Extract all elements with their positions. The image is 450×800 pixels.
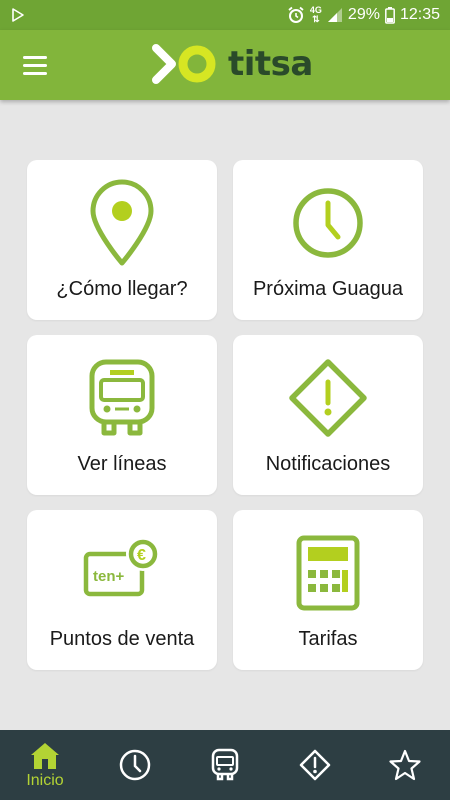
nav-label: Inicio bbox=[26, 771, 64, 789]
titsa-logo: titsa bbox=[148, 42, 313, 86]
network-type: 4G ⇅ bbox=[309, 5, 322, 24]
logo-mark-icon bbox=[152, 44, 216, 84]
location-pin-icon bbox=[90, 179, 154, 266]
star-icon bbox=[389, 749, 421, 781]
home-icon bbox=[31, 742, 59, 769]
tarifas-card[interactable]: Tarifas bbox=[233, 510, 423, 670]
alarm-icon bbox=[288, 6, 304, 23]
puntos-de-venta-card[interactable]: ten+ € Puntos de venta bbox=[27, 510, 217, 670]
nav-notificaciones[interactable] bbox=[270, 730, 360, 800]
menu-icon bbox=[23, 55, 47, 59]
proxima-guagua-card[interactable]: Próxima Guagua bbox=[233, 160, 423, 320]
nav-favoritos[interactable] bbox=[360, 730, 450, 800]
ticket-text: ten+ bbox=[93, 568, 125, 585]
como-llegar-card[interactable]: ¿Cómo llegar? bbox=[27, 160, 217, 320]
app-bar: titsa bbox=[0, 30, 450, 100]
card-label: Puntos de venta bbox=[49, 628, 195, 650]
euro-symbol: € bbox=[137, 547, 146, 564]
notificaciones-card[interactable]: Notificaciones bbox=[233, 335, 423, 495]
warning-icon bbox=[299, 749, 331, 781]
calculator-icon bbox=[296, 535, 360, 611]
clock-time: 12:35 bbox=[399, 6, 440, 23]
bus-icon bbox=[211, 748, 239, 781]
nav-inicio[interactable]: Inicio bbox=[0, 730, 90, 800]
bus-icon bbox=[89, 359, 155, 436]
ver-lineas-card[interactable]: Ver líneas bbox=[27, 335, 217, 495]
card-label: ¿Cómo llegar? bbox=[56, 278, 188, 300]
card-label: Ver líneas bbox=[77, 453, 167, 475]
battery-icon bbox=[385, 6, 395, 24]
ticket-euro-icon: ten+ € bbox=[83, 538, 160, 597]
nav-proxima-guagua[interactable] bbox=[90, 730, 180, 800]
main-menu-grid: ¿Cómo llegar? Próxima Guagua Ver líneas bbox=[27, 160, 423, 670]
logo-text: titsa bbox=[228, 44, 313, 84]
clock-icon bbox=[119, 749, 151, 781]
menu-button[interactable] bbox=[16, 50, 54, 80]
battery-percent: 29% bbox=[347, 6, 380, 23]
card-label: Próxima Guagua bbox=[252, 278, 404, 300]
warning-diamond-icon bbox=[289, 359, 367, 437]
card-label: Notificaciones bbox=[265, 453, 391, 475]
signal-icon bbox=[327, 8, 342, 22]
clock-icon bbox=[293, 188, 363, 258]
status-bar: 4G ⇅ 29% 12:35 bbox=[0, 0, 450, 30]
bottom-navigation: Inicio bbox=[0, 730, 450, 800]
nav-lineas[interactable] bbox=[180, 730, 270, 800]
card-label: Tarifas bbox=[298, 628, 358, 650]
play-store-icon bbox=[12, 8, 24, 22]
